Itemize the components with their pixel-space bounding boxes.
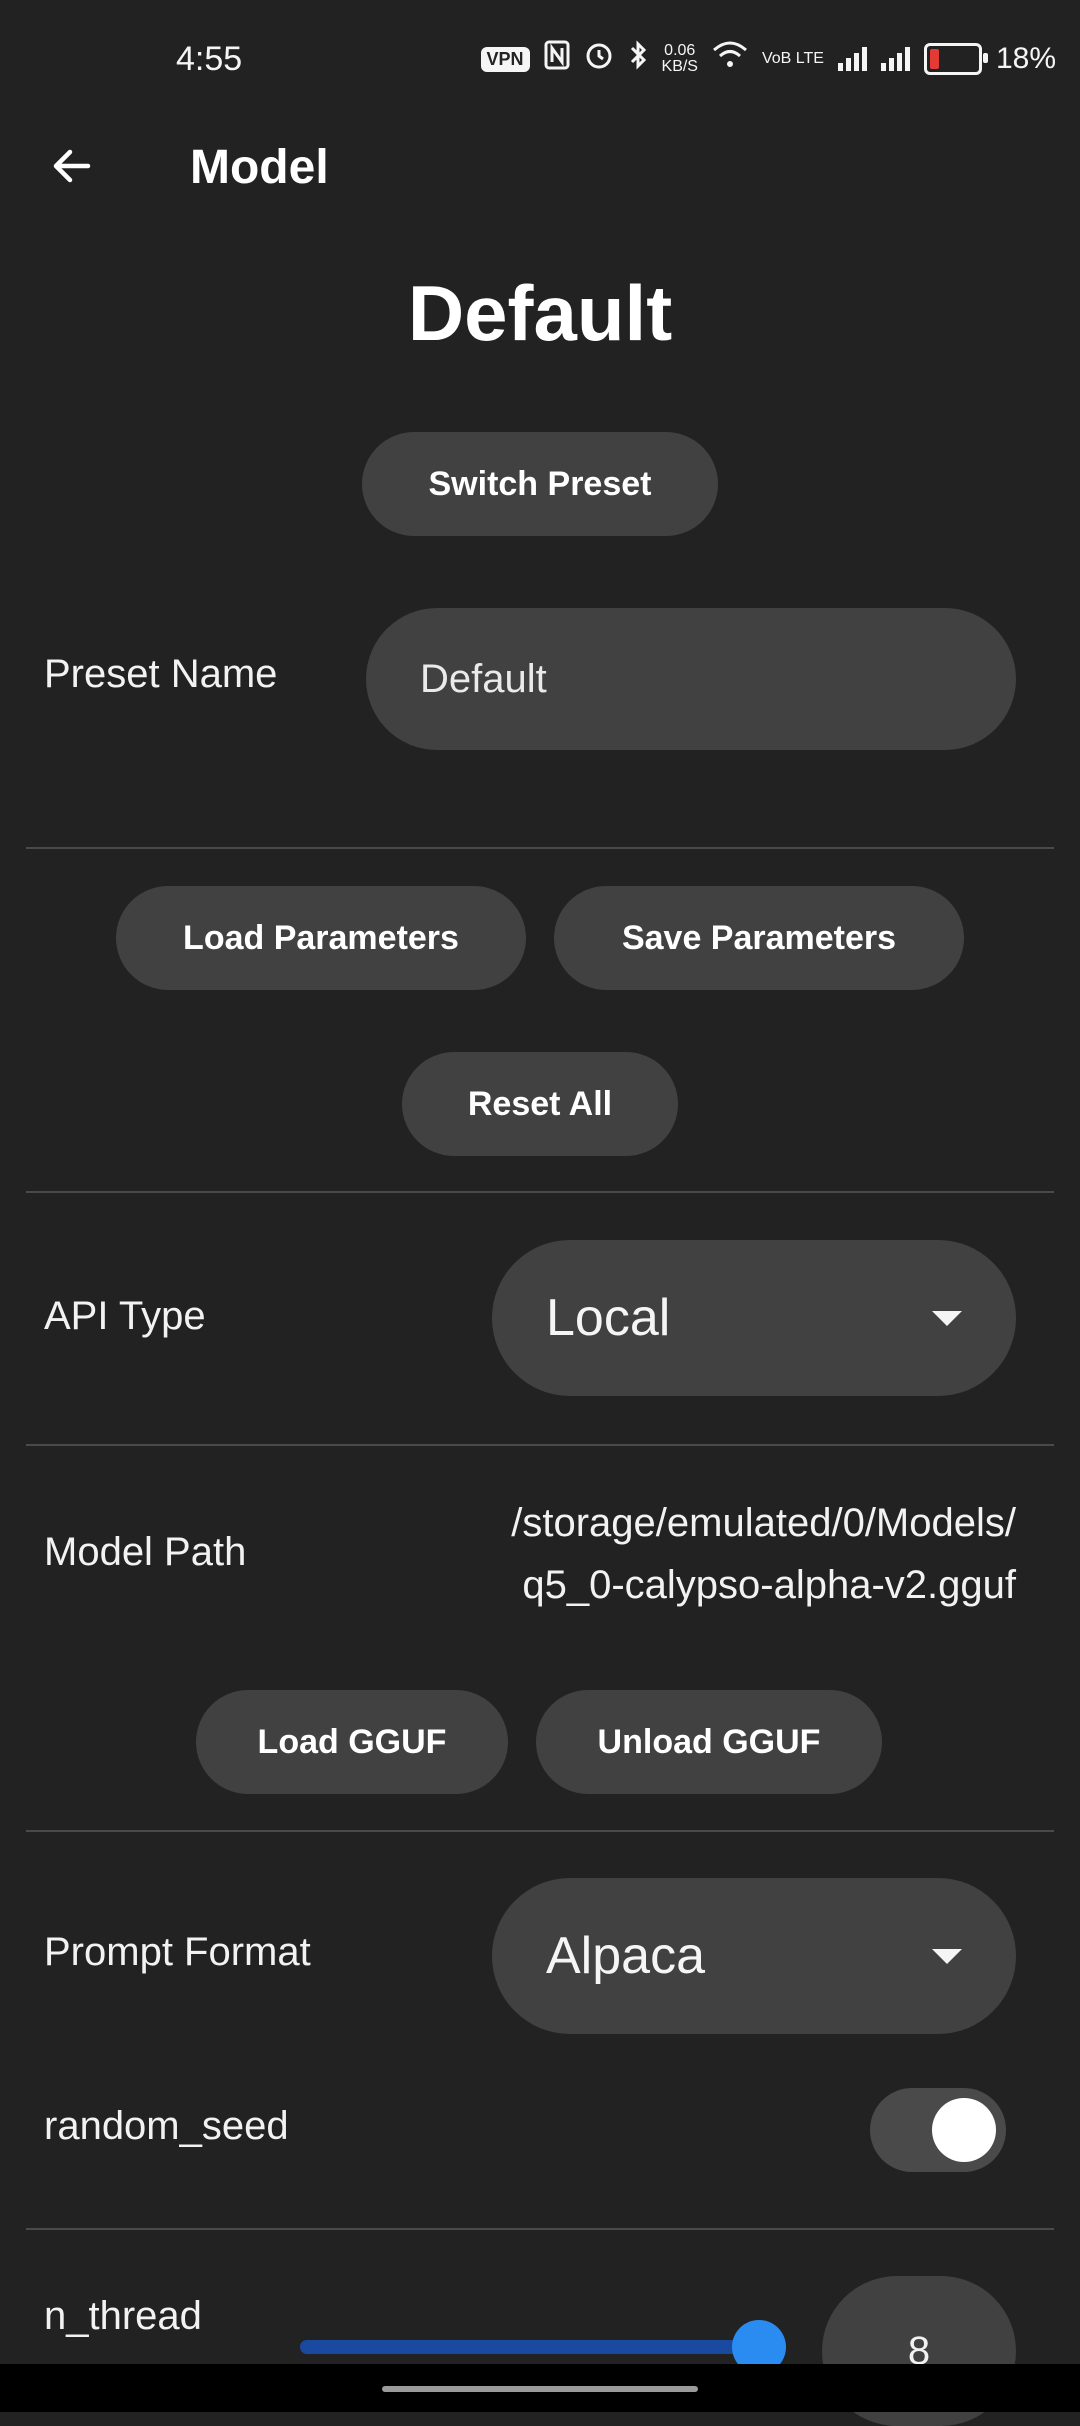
model-path-label: Model Path: [44, 1530, 247, 1574]
wifi-icon: [712, 40, 748, 78]
bluetooth-icon: [628, 40, 648, 78]
vpn-badge: VPN: [480, 46, 530, 72]
divider: [26, 2228, 1054, 2230]
back-button[interactable]: [40, 134, 104, 198]
prompt-format-dropdown[interactable]: Alpaca: [492, 1878, 1016, 2034]
status-time: 4:55: [176, 40, 243, 78]
signal-icon-2: [880, 47, 910, 71]
status-icons: VPN 0.06 KB/S VoB LTE 18%: [480, 40, 1056, 78]
toggle-knob: [932, 2098, 996, 2162]
divider: [26, 1191, 1054, 1193]
nfc-icon: [544, 40, 570, 78]
signal-icon-1: [837, 47, 867, 71]
reset-all-button[interactable]: Reset All: [402, 1052, 678, 1156]
network-badge: VoB LTE: [761, 50, 824, 67]
api-type-label: API Type: [44, 1294, 206, 1338]
load-gguf-button[interactable]: Load GGUF: [196, 1690, 508, 1794]
preset-name-label: Preset Name: [44, 652, 278, 696]
arrow-left-icon: [53, 149, 91, 183]
random-seed-toggle[interactable]: [870, 2088, 1006, 2172]
battery-icon: [923, 43, 988, 75]
api-type-value: Local: [546, 1289, 671, 1347]
prompt-format-value: Alpaca: [546, 1927, 705, 1985]
divider: [26, 847, 1054, 849]
unload-gguf-button[interactable]: Unload GGUF: [536, 1690, 882, 1794]
save-parameters-button[interactable]: Save Parameters: [554, 886, 964, 990]
page-title: Model: [190, 141, 329, 194]
battery-percent: 18%: [995, 42, 1056, 75]
chevron-down-icon: [932, 1948, 962, 1964]
preset-name-input[interactable]: Default: [366, 608, 1016, 750]
chevron-down-icon: [932, 1310, 962, 1326]
alarm-icon: [584, 40, 614, 78]
switch-preset-button[interactable]: Switch Preset: [362, 432, 718, 536]
divider: [26, 1444, 1054, 1446]
home-handle[interactable]: [382, 2386, 698, 2392]
model-path-value: /storage/emulated/0/Models/ q5_0-calypso…: [511, 1501, 1016, 1607]
n-thread-label: n_thread: [44, 2294, 202, 2338]
prompt-format-label: Prompt Format: [44, 1930, 311, 1974]
api-type-dropdown[interactable]: Local: [492, 1240, 1016, 1396]
preset-title: Default: [407, 269, 673, 357]
load-parameters-button[interactable]: Load Parameters: [116, 886, 526, 990]
divider: [26, 1830, 1054, 1832]
random-seed-label: random_seed: [44, 2104, 289, 2148]
n-thread-slider-track[interactable]: [300, 2340, 760, 2354]
network-speed: 0.06 KB/S: [661, 42, 698, 75]
